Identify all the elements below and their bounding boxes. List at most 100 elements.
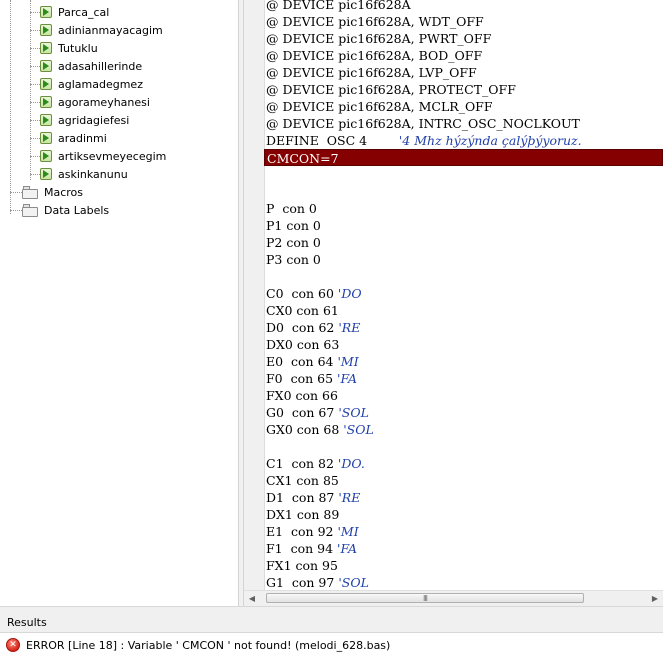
scrollbar-thumb[interactable]: III bbox=[266, 593, 584, 603]
code-line[interactable]: @ DEVICE pic16f628A, PROTECT_OFF bbox=[264, 81, 516, 98]
code-line[interactable]: CX0 con 61 bbox=[264, 302, 339, 319]
tree-item-label: adasahillerinde bbox=[58, 59, 143, 73]
green-play-icon bbox=[40, 114, 52, 126]
code-text: @ DEVICE pic16f628A, MCLR_OFF bbox=[266, 99, 493, 114]
code-text: F1 con 94 bbox=[266, 541, 338, 556]
code-comment: 'RE bbox=[338, 320, 361, 335]
code-line[interactable]: @ DEVICE pic16f628A, LVP_OFF bbox=[264, 64, 477, 81]
code-line[interactable] bbox=[264, 438, 266, 455]
tree-item-folder[interactable]: Data Labels bbox=[10, 201, 109, 219]
tree-connector bbox=[30, 101, 40, 103]
code-text: F0 con 65 bbox=[266, 371, 338, 386]
tree-item-label: askinkanunu bbox=[58, 167, 128, 181]
error-message-row[interactable]: ✕ ERROR [Line 18] : Variable ' CMCON ' n… bbox=[6, 637, 390, 653]
code-comment: '4 Mhz hýzýnda çalýþýyoruz. bbox=[398, 133, 582, 148]
tree-item-folder[interactable]: Macros bbox=[10, 183, 83, 201]
tree-connector bbox=[30, 137, 40, 139]
code-line[interactable]: F1 con 94 'FA bbox=[264, 540, 357, 557]
code-comment: 'FA bbox=[337, 541, 358, 556]
code-line[interactable]: GX0 con 68 'SOL bbox=[264, 421, 374, 438]
folder-icon bbox=[22, 203, 38, 217]
code-text: G1 con 97 bbox=[266, 575, 339, 590]
tree-item-subroutine[interactable]: adinianmayacagim bbox=[30, 21, 163, 39]
tree-connector bbox=[30, 11, 40, 13]
code-line[interactable]: DEFINE OSC 4 '4 Mhz hýzýnda çalýþýyoruz. bbox=[264, 132, 582, 149]
code-comment: 'FA bbox=[337, 371, 358, 386]
code-comment: 'DO bbox=[337, 286, 362, 301]
green-play-icon bbox=[40, 6, 52, 18]
scroll-left-arrow-icon[interactable]: ◀ bbox=[244, 591, 260, 606]
green-play-icon bbox=[40, 24, 52, 36]
error-icon: ✕ bbox=[6, 638, 20, 652]
code-text: C1 con 82 bbox=[266, 456, 338, 471]
code-line-error[interactable]: CMCON=7 bbox=[264, 149, 663, 166]
tree-item-subroutine[interactable]: adasahillerinde bbox=[30, 57, 142, 75]
code-editor[interactable]: @ DEVICE pic16f628A @ DEVICE pic16f628A, … bbox=[244, 0, 663, 590]
code-line[interactable]: FX0 con 66 bbox=[264, 387, 338, 404]
code-line[interactable]: D0 con 62 'RE bbox=[264, 319, 360, 336]
code-text: CMCON=7 bbox=[267, 151, 339, 166]
tree-item-subroutine[interactable]: agorameyhanesi bbox=[30, 93, 150, 111]
code-line[interactable]: D1 con 87 'RE bbox=[264, 489, 360, 506]
code-text: CX1 con 85 bbox=[266, 473, 339, 488]
code-line[interactable]: C1 con 82 'DO. bbox=[264, 455, 365, 472]
code-text: D1 con 87 bbox=[266, 490, 339, 505]
tree-item-label: Data Labels bbox=[44, 203, 110, 217]
tree-connector bbox=[30, 119, 40, 121]
tree-item-subroutine[interactable]: artiksevmeyecegim bbox=[30, 147, 166, 165]
scrollbar-grip: III bbox=[422, 593, 428, 603]
tree-connector bbox=[30, 83, 40, 85]
editor-gutter bbox=[244, 0, 265, 590]
code-text: @ DEVICE pic16f628A, WDT_OFF bbox=[266, 14, 484, 29]
code-line[interactable] bbox=[264, 183, 266, 200]
code-line[interactable] bbox=[264, 166, 266, 183]
code-text: FX0 con 66 bbox=[266, 388, 338, 403]
code-line[interactable]: E0 con 64 'MI bbox=[264, 353, 359, 370]
tree-item-subroutine[interactable]: aglamadegmez bbox=[30, 75, 143, 93]
folder-icon bbox=[22, 185, 38, 199]
scroll-right-arrow-icon[interactable]: ▶ bbox=[647, 591, 663, 606]
code-text: P con 0 bbox=[266, 201, 317, 216]
tree-item-subroutine[interactable]: agridagiefesi bbox=[30, 111, 129, 129]
code-comment: 'SOL bbox=[343, 422, 374, 437]
error-message: ERROR [Line 18] : Variable ' CMCON ' not… bbox=[26, 638, 391, 652]
code-line[interactable]: P3 con 0 bbox=[264, 251, 321, 268]
code-line[interactable]: G1 con 97 'SOL bbox=[264, 574, 369, 590]
code-line[interactable]: @ DEVICE pic16f628A, WDT_OFF bbox=[264, 13, 484, 30]
code-line[interactable]: @ DEVICE pic16f628A, PWRT_OFF bbox=[264, 30, 491, 47]
code-line[interactable]: @ DEVICE pic16f628A, MCLR_OFF bbox=[264, 98, 493, 115]
code-line[interactable]: CX1 con 85 bbox=[264, 472, 339, 489]
tree-connector bbox=[10, 209, 22, 211]
code-line[interactable]: DX0 con 63 bbox=[264, 336, 339, 353]
code-text: P3 con 0 bbox=[266, 252, 321, 267]
tree-connector bbox=[30, 155, 40, 157]
code-line[interactable]: @ DEVICE pic16f628A, BOD_OFF bbox=[264, 47, 482, 64]
results-panel: ✕ ERROR [Line 18] : Variable ' CMCON ' n… bbox=[0, 633, 663, 672]
code-line[interactable]: C0 con 60 'DO bbox=[264, 285, 362, 302]
code-text: @ DEVICE pic16f628A, BOD_OFF bbox=[266, 48, 483, 63]
horizontal-scrollbar[interactable]: ◀ III ▶ bbox=[244, 590, 663, 606]
tree-item-subroutine[interactable]: Parca_cal bbox=[30, 3, 109, 21]
tree-item-subroutine[interactable]: aradinmi bbox=[30, 129, 107, 147]
code-line[interactable]: P1 con 0 bbox=[264, 217, 321, 234]
code-text: DEFINE OSC 4 bbox=[266, 133, 399, 148]
code-line[interactable]: F0 con 65 'FA bbox=[264, 370, 357, 387]
code-line[interactable] bbox=[264, 268, 266, 285]
code-line[interactable]: FX1 con 95 bbox=[264, 557, 338, 574]
code-line[interactable]: P con 0 bbox=[264, 200, 317, 217]
code-line[interactable]: @ DEVICE pic16f628A bbox=[264, 0, 411, 13]
code-explorer-tree: Parca_cal adinianmayacagim Tutuklu adasahil… bbox=[0, 0, 238, 606]
results-title: Results bbox=[7, 616, 47, 629]
code-line[interactable]: P2 con 0 bbox=[264, 234, 321, 251]
code-line[interactable]: G0 con 67 'SOL bbox=[264, 404, 369, 421]
code-comment: 'RE bbox=[338, 490, 361, 505]
tree-item-subroutine[interactable]: Tutuklu bbox=[30, 39, 98, 57]
code-line[interactable]: @ DEVICE pic16f628A, INTRC_OSC_NOCLKOUT bbox=[264, 115, 580, 132]
green-play-icon bbox=[40, 42, 52, 54]
code-line[interactable]: DX1 con 89 bbox=[264, 506, 339, 523]
green-play-icon bbox=[40, 132, 52, 144]
tree-item-subroutine[interactable]: askinkanunu bbox=[30, 165, 128, 183]
code-line[interactable]: E1 con 92 'MI bbox=[264, 523, 359, 540]
tree-connector bbox=[30, 65, 40, 67]
green-play-icon bbox=[40, 168, 52, 180]
